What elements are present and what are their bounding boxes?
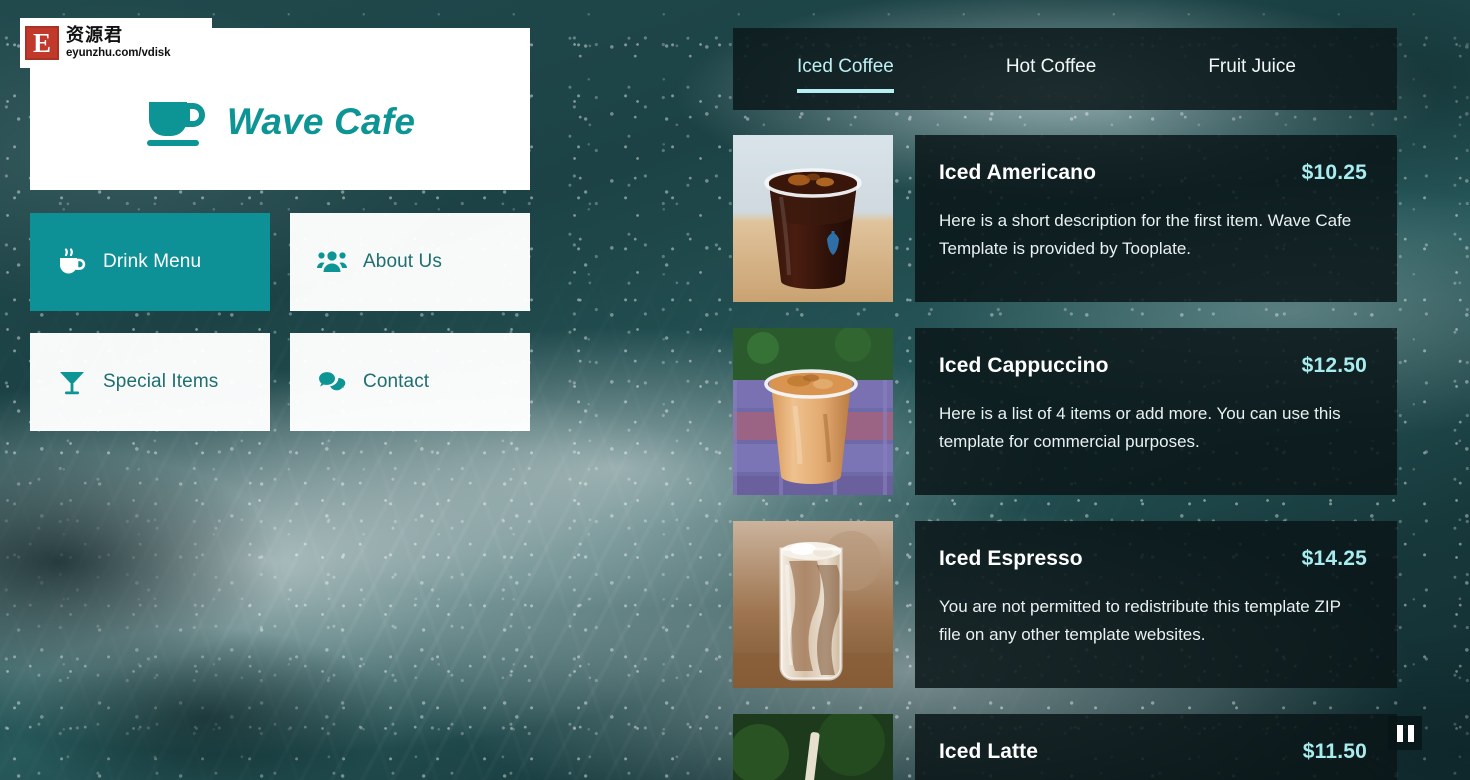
card-header: Iced Espresso $14.25 — [939, 547, 1367, 571]
menu-item-card: Iced Latte $11.50 — [915, 714, 1397, 780]
item-price: $12.50 — [1301, 354, 1367, 377]
menu-item-card: Iced Americano $10.25 Here is a short de… — [915, 135, 1397, 302]
card-header: Iced Cappuccino $12.50 — [939, 354, 1367, 378]
watermark-text: 资源君 eyunzhu.com/vdisk — [66, 24, 171, 60]
item-name: Iced Americano — [939, 161, 1097, 184]
people-group-icon — [317, 247, 347, 277]
nav-label-contact: Contact — [363, 371, 430, 392]
item-name: Iced Espresso — [939, 547, 1083, 570]
pause-bar-right — [1407, 724, 1414, 742]
left-panel: E 资源君 eyunzhu.com/vdisk Wave Cafe Drink … — [20, 18, 530, 431]
brand-header: E 资源君 eyunzhu.com/vdisk Wave Cafe — [20, 18, 530, 190]
tab-hot-coffee[interactable]: Hot Coffee — [1006, 56, 1096, 82]
watermark-url-label: eyunzhu.com/vdisk — [66, 46, 171, 59]
nav-label-drink-menu: Drink Menu — [103, 251, 202, 272]
menu-item-card: Iced Espresso $14.25 You are not permitt… — [915, 521, 1397, 688]
nav-tile-special-items[interactable]: Special Items — [30, 333, 270, 431]
item-name: Iced Latte — [939, 740, 1039, 763]
menu-item-row[interactable]: Iced Cappuccino $12.50 Here is a list of… — [733, 328, 1397, 495]
menu-item-card: Iced Cappuccino $12.50 Here is a list of… — [915, 328, 1397, 495]
page-root: E 资源君 eyunzhu.com/vdisk Wave Cafe Drink … — [0, 0, 1470, 780]
menu-item-row[interactable]: Iced Americano $10.25 Here is a short de… — [733, 135, 1397, 302]
martini-glass-icon — [57, 367, 87, 397]
item-description: Here is a short description for the firs… — [939, 211, 1352, 259]
menu-item-row[interactable]: Iced Espresso $14.25 You are not permitt… — [733, 521, 1397, 688]
brand-name: Wave Cafe — [226, 101, 416, 142]
pause-bar-left — [1396, 724, 1403, 742]
iced-americano-photo — [733, 135, 893, 302]
iced-espresso-photo — [733, 521, 893, 688]
item-price: $10.25 — [1301, 161, 1367, 184]
site-watermark: E 资源君 eyunzhu.com/vdisk — [20, 18, 212, 68]
iced-latte-photo — [733, 714, 893, 780]
tab-iced-coffee[interactable]: Iced Coffee — [797, 56, 894, 93]
category-tabbar: Iced Coffee Hot Coffee Fruit Juice — [733, 28, 1397, 110]
nav-tile-drink-menu[interactable]: Drink Menu — [30, 213, 270, 311]
item-name: Iced Cappuccino — [939, 354, 1109, 377]
nav-tile-about-us[interactable]: About Us — [290, 213, 530, 311]
item-description: Here is a list of 4 items or add more. Y… — [939, 404, 1341, 452]
item-price: $11.50 — [1302, 740, 1367, 763]
chat-bubbles-icon — [317, 367, 347, 397]
nav-tile-contact[interactable]: Contact — [290, 333, 530, 431]
tab-fruit-juice[interactable]: Fruit Juice — [1208, 56, 1296, 82]
menu-item-row[interactable]: Iced Latte $11.50 — [733, 714, 1397, 780]
iced-cappuccino-photo — [733, 328, 893, 495]
menu-panel: Iced Coffee Hot Coffee Fruit Juice Iced … — [733, 28, 1397, 780]
watermark-logo-icon: E — [25, 26, 59, 60]
item-price: $14.25 — [1301, 547, 1367, 570]
hot-cup-icon — [57, 247, 87, 277]
item-description: You are not permitted to redistribute th… — [939, 597, 1341, 645]
card-header: Iced Latte $11.50 — [939, 740, 1367, 764]
nav-label-special-items: Special Items — [103, 371, 219, 392]
card-header: Iced Americano $10.25 — [939, 161, 1367, 185]
nav-tile-grid: Drink Menu About Us Special Items Contac… — [30, 213, 530, 431]
watermark-chinese-label: 资源君 — [66, 24, 123, 46]
menu-item-list: Iced Americano $10.25 Here is a short de… — [733, 135, 1397, 780]
pause-button[interactable] — [1388, 716, 1422, 750]
coffee-cup-icon — [145, 96, 209, 148]
nav-label-about-us: About Us — [363, 251, 442, 272]
